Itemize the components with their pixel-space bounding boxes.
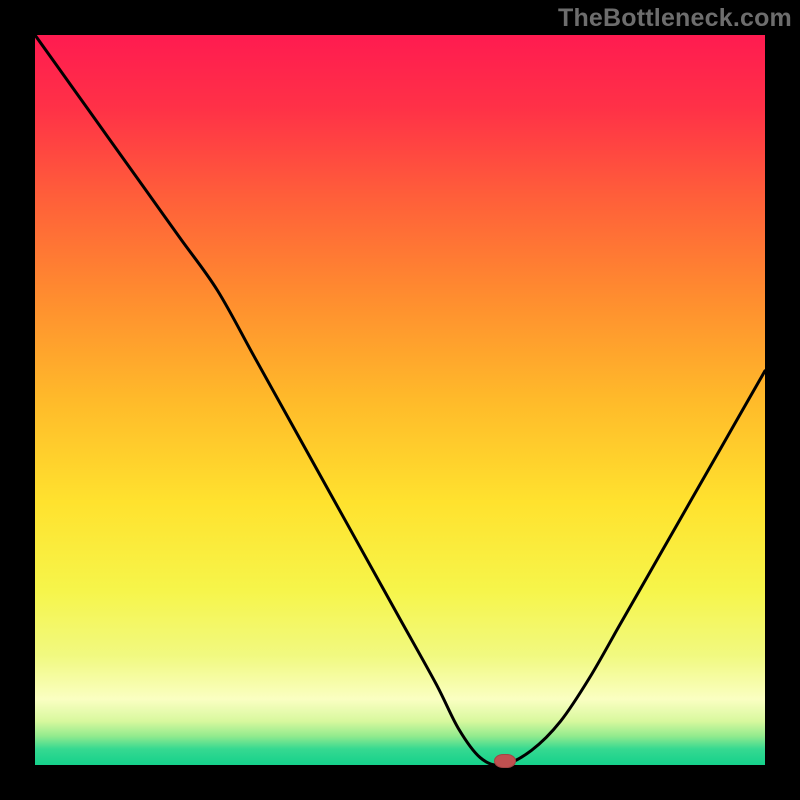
watermark-text: TheBottleneck.com (558, 4, 792, 33)
chart-panel (35, 35, 765, 765)
optimum-marker (494, 754, 516, 768)
chart-svg (35, 35, 765, 765)
chart-background (35, 35, 765, 765)
